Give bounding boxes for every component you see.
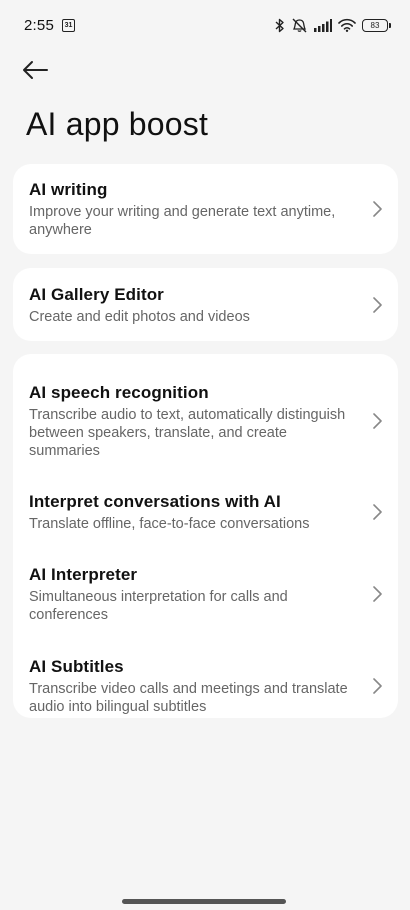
page-title: AI app boost bbox=[26, 106, 209, 142]
item-subtitle: Create and edit photos and videos bbox=[29, 308, 250, 325]
chevron-right-icon bbox=[373, 504, 382, 520]
mute-icon bbox=[292, 18, 307, 32]
home-indicator[interactable] bbox=[122, 899, 286, 904]
list-item-ai-interpreter[interactable]: AI Interpreter Simultaneous interpretati… bbox=[13, 548, 398, 640]
chevron-right-icon bbox=[373, 296, 382, 313]
chevron-right-icon bbox=[373, 586, 382, 602]
chevron-right-icon bbox=[373, 413, 382, 429]
card-ai-gallery-editor: AI Gallery Editor Create and edit photos… bbox=[13, 268, 398, 341]
item-title: Interpret conversations with AI bbox=[29, 492, 281, 511]
battery-icon: 83 bbox=[362, 18, 391, 32]
item-title: AI writing bbox=[29, 180, 108, 199]
list-item-ai-speech-recognition[interactable]: AI speech recognition Transcribe audio t… bbox=[13, 366, 398, 476]
card-ai-tools: AI speech recognition Transcribe audio t… bbox=[13, 354, 398, 718]
bluetooth-icon bbox=[275, 18, 284, 32]
item-title: AI Subtitles bbox=[29, 657, 124, 676]
calendar-icon: 31 bbox=[62, 18, 75, 32]
list-item-ai-gallery-editor[interactable]: AI Gallery Editor Create and edit photos… bbox=[13, 268, 398, 341]
card-ai-writing: AI writing Improve your writing and gene… bbox=[13, 164, 398, 254]
list-item-interpret-conversations[interactable]: Interpret conversations with AI Translat… bbox=[13, 476, 398, 548]
status-time: 2:55 bbox=[24, 16, 54, 34]
chevron-right-icon bbox=[373, 678, 382, 694]
chevron-right-icon bbox=[373, 201, 382, 217]
item-subtitle: Transcribe video calls and meetings and … bbox=[29, 681, 348, 715]
back-arrow-icon bbox=[23, 61, 48, 79]
item-subtitle: Translate offline, face-to-face conversa… bbox=[29, 516, 310, 532]
item-subtitle: Improve your writing and generate text a… bbox=[29, 204, 336, 238]
list-item-ai-subtitles[interactable]: AI Subtitles Transcribe video calls and … bbox=[13, 640, 398, 732]
list-item-ai-writing[interactable]: AI writing Improve your writing and gene… bbox=[13, 164, 398, 254]
status-bar: 2:55 31 83 bbox=[0, 0, 410, 50]
item-subtitle: Transcribe audio to text, automatically … bbox=[29, 407, 346, 459]
item-title: AI Gallery Editor bbox=[29, 284, 164, 304]
item-subtitle: Simultaneous interpretation for calls an… bbox=[29, 589, 288, 623]
item-title: AI Interpreter bbox=[29, 565, 138, 584]
item-title: AI speech recognition bbox=[29, 383, 209, 402]
status-icons: 83 bbox=[275, 18, 391, 33]
signal-icon bbox=[314, 18, 332, 32]
wifi-icon bbox=[338, 18, 356, 32]
back-button[interactable] bbox=[22, 52, 62, 88]
